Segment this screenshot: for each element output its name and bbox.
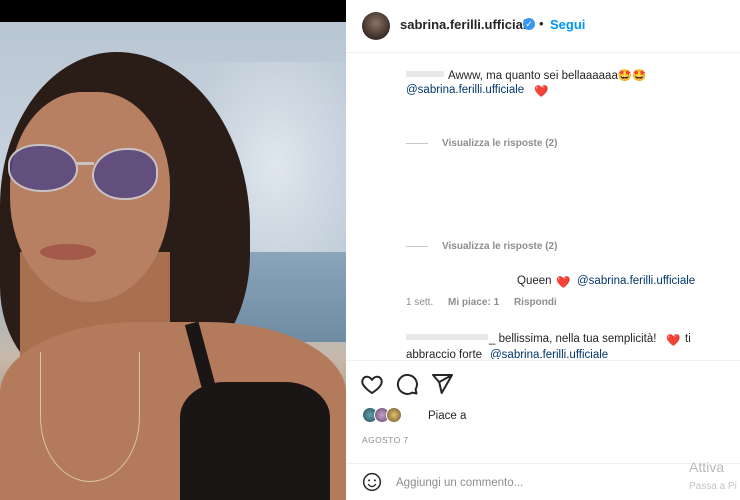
verified-badge-icon: ✓	[523, 18, 535, 30]
profile-avatar[interactable]	[362, 12, 390, 40]
comment-input[interactable]	[396, 474, 656, 492]
post-header: sabrina.ferilli.ufficiale ✓ • Segui	[346, 0, 740, 53]
comment-text: Awww, ma quanto sei bellaaaaaa🤩🤩	[448, 70, 647, 82]
smiley-icon[interactable]	[362, 472, 382, 492]
comment-text: _ bellissima, nella tua semplicità!	[489, 333, 657, 345]
paper-plane-icon[interactable]	[430, 372, 454, 396]
add-comment-bar	[346, 463, 740, 500]
comment-meta: 1 sett. Mi piace: 1 Rispondi	[406, 297, 557, 308]
heart-emoji: ❤️	[666, 335, 681, 347]
comment-bubble-icon[interactable]	[395, 372, 419, 396]
comment-mention[interactable]: @sabrina.ferilli.ufficiale	[406, 84, 524, 96]
post-photo[interactable]	[0, 0, 346, 500]
post-details-panel: sabrina.ferilli.ufficiale ✓ • Segui Awww…	[346, 0, 740, 500]
likes-summary[interactable]: Piace a	[362, 407, 662, 427]
view-replies-button[interactable]: Visualizza le risposte (2)	[406, 241, 557, 252]
comment-likes-button[interactable]: Mi piace: 1	[448, 297, 499, 308]
post-actions-bar	[346, 360, 740, 400]
comment-reply-button[interactable]: Rispondi	[514, 297, 557, 308]
liker-avatar	[386, 407, 402, 423]
comment-text-tail: ti	[685, 333, 691, 345]
comment-mention[interactable]: @sabrina.ferilli.ufficiale	[490, 349, 608, 359]
comment-text-line2: abbraccio forte	[406, 349, 483, 359]
comment-time: 1 sett.	[406, 297, 434, 308]
view-replies-label: Visualizza le risposte (2)	[442, 241, 558, 252]
comment-mention[interactable]: @sabrina.ferilli.ufficiale	[577, 275, 695, 287]
photo-image	[0, 22, 346, 500]
comments-list[interactable]: Awww, ma quanto sei bellaaaaaa🤩🤩 @sabrin…	[346, 54, 740, 359]
view-replies-label: Visualizza le risposte (2)	[442, 138, 558, 149]
heart-emoji: ❤️	[534, 86, 549, 98]
heart-emoji: ❤️	[556, 277, 571, 289]
header-separator: •	[539, 16, 544, 31]
activation-watermark: Attiva	[689, 459, 725, 475]
follow-button[interactable]: Segui	[550, 17, 585, 32]
view-replies-button[interactable]: Visualizza le risposte (2)	[406, 138, 557, 149]
post-date: AGOSTO 7	[362, 435, 409, 445]
comment-text: Queen	[517, 275, 552, 287]
activation-watermark-sub: Passa a Pi	[689, 481, 737, 492]
post-username[interactable]: sabrina.ferilli.ufficiale	[400, 17, 534, 32]
heart-outline-icon[interactable]	[360, 372, 384, 396]
likes-label: Piace a	[428, 410, 467, 422]
